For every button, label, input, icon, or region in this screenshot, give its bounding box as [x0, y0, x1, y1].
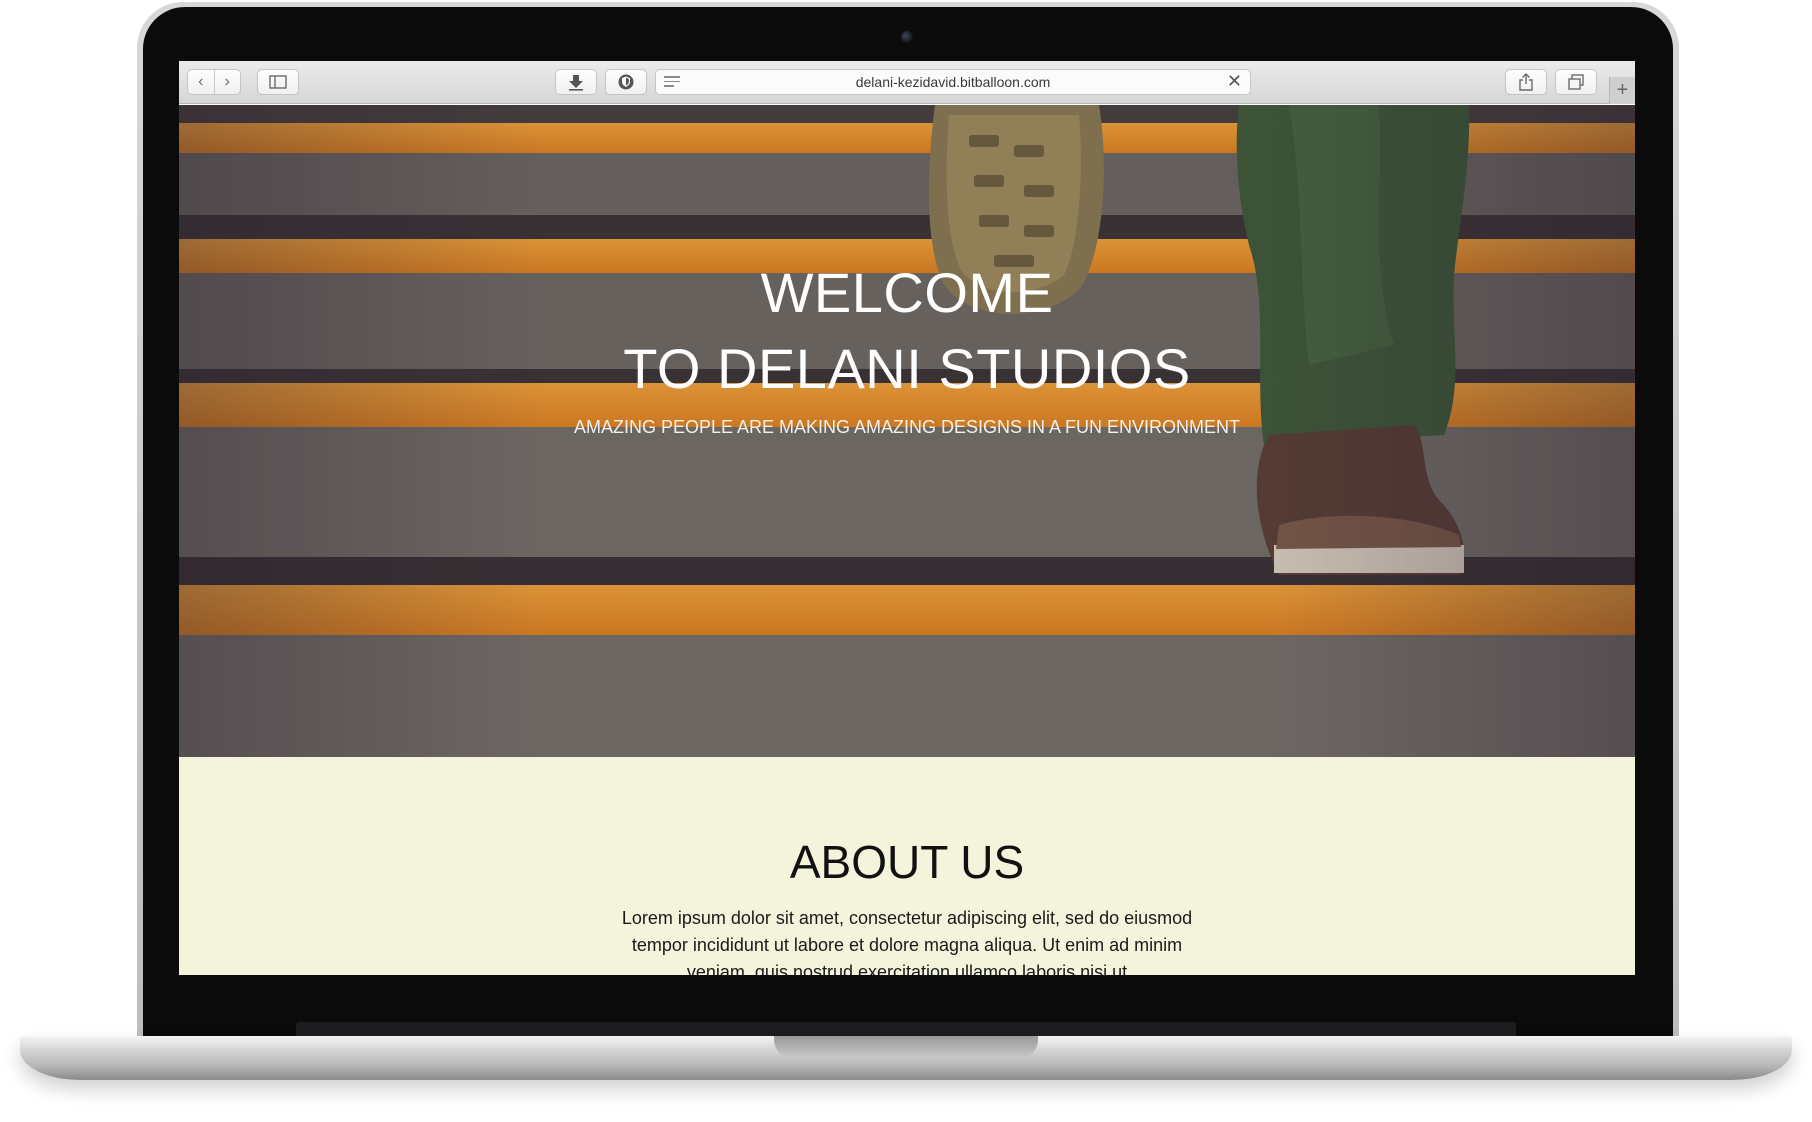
download-button[interactable]	[555, 69, 597, 95]
about-text: Lorem ipsum dolor sit amet, consectetur …	[621, 908, 1193, 975]
chevron-right-icon[interactable]: ›	[213, 70, 241, 94]
camera-icon	[901, 31, 913, 43]
browser-toolbar: ‹ › delani-kezidavid.bitballoon.com ✕ +	[179, 61, 1635, 104]
chevron-left-icon[interactable]: ‹	[188, 70, 214, 94]
laptop-mockup: ‹ › delani-kezidavid.bitballoon.com ✕ + …	[0, 0, 1812, 1122]
close-icon[interactable]: ✕	[1227, 71, 1242, 92]
hero-title: WELCOME TO DELANI STUDIOS	[179, 255, 1635, 407]
sidebar-button[interactable]	[257, 69, 299, 95]
share-button[interactable]	[1505, 69, 1547, 95]
sidebar-icon	[269, 75, 287, 89]
hero-subtitle: AMAZING PEOPLE ARE MAKING AMAZING DESIGN…	[573, 417, 1241, 437]
plus-icon[interactable]: +	[1609, 77, 1635, 104]
nav-buttons: ‹ ›	[187, 69, 241, 95]
shield-button[interactable]	[605, 69, 647, 95]
download-icon	[569, 75, 583, 91]
hero-title-line-1: WELCOME	[760, 261, 1054, 324]
hero-title-line-2: TO DELANI STUDIOS	[623, 337, 1191, 400]
about-title: ABOUT US	[789, 836, 1025, 888]
address-bar[interactable]: delani-kezidavid.bitballoon.com ✕	[655, 69, 1251, 95]
browser-screen: ‹ › delani-kezidavid.bitballoon.com ✕ + …	[179, 61, 1635, 975]
share-icon	[1519, 73, 1533, 91]
url-text: delani-kezidavid.bitballoon.com	[855, 74, 1051, 90]
tabs-icon	[1568, 74, 1584, 90]
hero-section: WELCOME TO DELANI STUDIOS AMAZING PEOPLE…	[179, 105, 1635, 757]
laptop-notch	[774, 1036, 1038, 1058]
shield-icon	[618, 74, 634, 90]
about-section: ABOUT US Lorem ipsum dolor sit amet, con…	[179, 757, 1635, 975]
tabs-button[interactable]	[1555, 69, 1597, 95]
